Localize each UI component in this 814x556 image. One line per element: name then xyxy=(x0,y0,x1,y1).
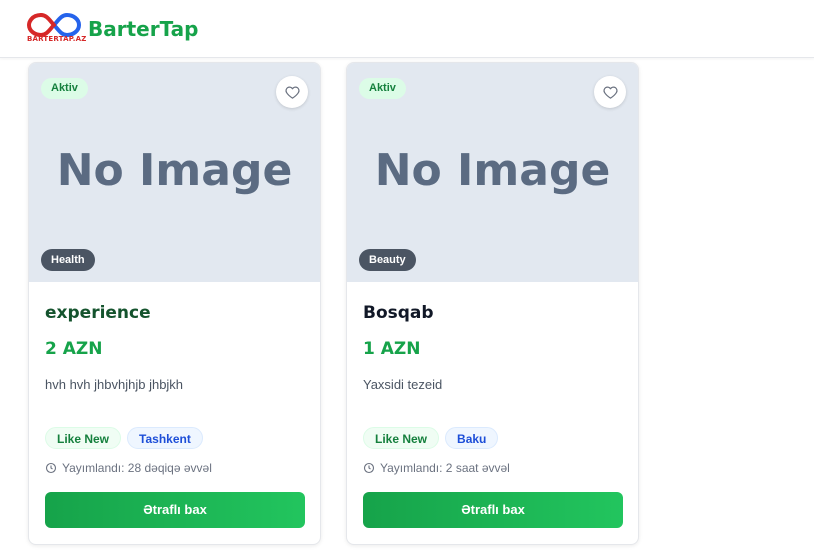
listing-image[interactable]: No Image Aktiv Health xyxy=(29,63,320,282)
listing-card[interactable]: No Image Aktiv Beauty Bosqab 1 AZN Yaxsi… xyxy=(346,62,639,545)
category-badge: Beauty xyxy=(359,249,416,271)
location-tag: Tashkent xyxy=(127,427,203,449)
no-image-placeholder: No Image xyxy=(56,145,293,196)
clock-icon xyxy=(363,462,375,474)
condition-tag: Like New xyxy=(45,427,122,449)
posted-time: Yayımlandı: 2 saat əvvəl xyxy=(363,461,510,475)
posted-time-text: Yayımlandı: 28 dəqiqə əvvəl xyxy=(62,461,212,475)
heart-icon xyxy=(284,86,300,99)
listing-image[interactable]: No Image Aktiv Beauty xyxy=(347,63,638,282)
location-tag: Baku xyxy=(445,427,499,449)
status-badge: Aktiv xyxy=(41,78,88,99)
condition-tag: Like New xyxy=(363,427,440,449)
heart-icon xyxy=(602,86,618,99)
category-badge: Health xyxy=(41,249,95,271)
listing-title[interactable]: Bosqab xyxy=(363,303,434,323)
top-header: BARTERTAP.AZ BarterTap xyxy=(0,0,814,58)
listing-price: 2 AZN xyxy=(45,339,103,359)
details-button[interactable]: Ətraflı bax xyxy=(45,492,305,528)
brand-name[interactable]: BarterTap xyxy=(88,17,198,41)
listing-card[interactable]: No Image Aktiv Health experience 2 AZN h… xyxy=(28,62,321,545)
details-button[interactable]: Ətraflı bax xyxy=(363,492,623,528)
tag-list: Like New Baku xyxy=(363,427,499,449)
no-image-placeholder: No Image xyxy=(374,145,611,196)
posted-time-text: Yayımlandı: 2 saat əvvəl xyxy=(380,461,510,475)
listing-title[interactable]: experience xyxy=(45,303,151,323)
logo-caption: BARTERTAP.AZ xyxy=(27,35,87,43)
tag-list: Like New Tashkent xyxy=(45,427,203,449)
clock-icon xyxy=(45,462,57,474)
listing-price: 1 AZN xyxy=(363,339,421,359)
favorite-button[interactable] xyxy=(594,76,626,108)
posted-time: Yayımlandı: 28 dəqiqə əvvəl xyxy=(45,461,212,475)
status-badge: Aktiv xyxy=(359,78,406,99)
listing-description: Yaxsidi tezeid xyxy=(363,377,443,392)
listing-description: hvh hvh jhbvhjhjb jhbjkh xyxy=(45,377,184,392)
favorite-button[interactable] xyxy=(276,76,308,108)
